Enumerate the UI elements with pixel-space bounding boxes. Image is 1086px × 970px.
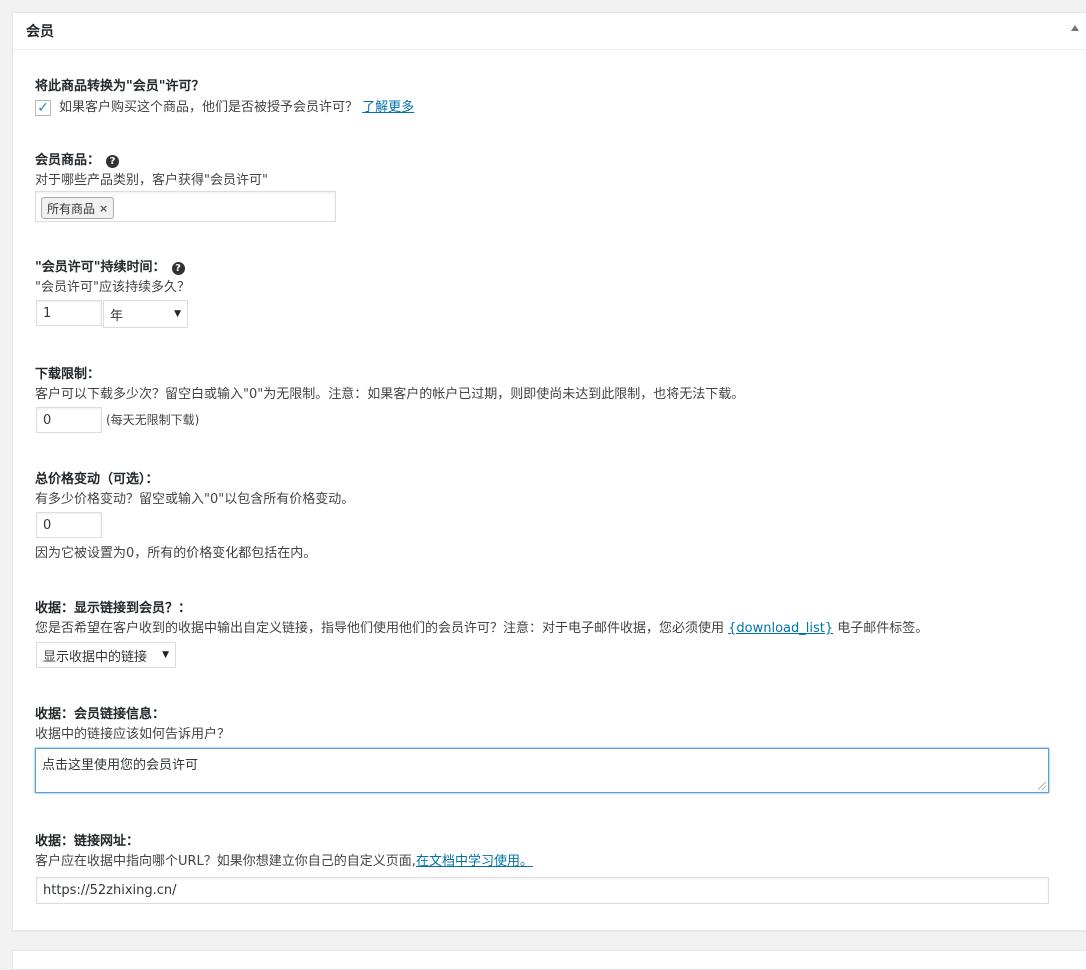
- download-limit-field: 下载限制： 客户可以下载多少次？留空白或输入"0"为无限制。注意：如果客户的帐户…: [35, 366, 1086, 404]
- remove-token-icon[interactable]: ×: [99, 202, 108, 215]
- download-limit-label: 下载限制：: [35, 367, 101, 382]
- duration-label: "会员许可"持续时间：: [35, 260, 166, 275]
- receipt-show-desc: 您是否希望在客户收到的收据中输出自定义链接，指导他们使用他们的会员许可？注意：对…: [35, 621, 729, 636]
- convert-checkbox-label: 如果客户购买这个商品，他们是否被授予会员许可？: [59, 100, 359, 115]
- price-changes-note: 因为它被设置为0，所有的价格变化都包括在内。: [35, 546, 317, 561]
- metabox-header[interactable]: 会员: [13, 13, 1086, 50]
- duration-unit-value: 年: [110, 308, 124, 324]
- receipt-url-field: 收据：链接网址： 客户应在收据中指向哪个URL？如果你想建立你自己的自定义页面,…: [35, 833, 1035, 871]
- next-metabox: [12, 950, 1086, 970]
- product-token: 所有商品 ×: [41, 197, 115, 219]
- convert-label: 将此商品转换为"会员"许可？: [35, 79, 205, 94]
- resize-grip-icon[interactable]: [1038, 782, 1046, 790]
- receipt-show-field: 收据：显示链接到会员？： 您是否希望在客户收到的收据中输出自定义链接，指导他们使…: [35, 600, 1086, 638]
- convert-field: 将此商品转换为"会员"许可？ ✓ 如果客户购买这个商品，他们是否被授予会员许可？…: [35, 78, 1035, 118]
- checkmark-icon: ✓: [37, 100, 49, 116]
- question-icon[interactable]: ?: [171, 261, 185, 275]
- dropdown-arrow-icon: ▼: [162, 650, 169, 660]
- receipt-show-value: 显示收据中的链接: [43, 649, 148, 665]
- metabox-title: 会员: [26, 24, 54, 40]
- member-products-desc: 对于哪些产品类别，客户获得"会员许可": [35, 173, 268, 188]
- membership-metabox: 会员 将此商品转换为"会员"许可？ ✓ 如果客户购买这个商品，他们是否被授予会员…: [12, 12, 1086, 931]
- receipt-url-label: 收据：链接网址：: [35, 834, 140, 849]
- download-limit-note: (每天无限制下载): [106, 413, 200, 427]
- member-products-label: 会员商品：: [35, 153, 101, 168]
- collapse-arrow-icon[interactable]: [1071, 25, 1079, 31]
- member-products-field: 会员商品： ? 对于哪些产品类别，客户获得"会员许可": [35, 152, 1035, 190]
- download-limit-desc: 客户可以下载多少次？留空白或输入"0"为无限制。注意：如果客户的帐户已过期，则即…: [35, 387, 745, 402]
- receipt-info-field: 收据：会员链接信息： 收据中的链接应该如何告诉用户？: [35, 706, 1035, 744]
- duration-value-input[interactable]: 1: [36, 300, 102, 326]
- question-icon[interactable]: ?: [106, 154, 120, 168]
- receipt-info-value: 点击这里使用您的会员许可: [42, 758, 199, 773]
- receipt-info-label: 收据：会员链接信息：: [35, 707, 166, 722]
- price-changes-label: 总价格变动（可选）：: [35, 472, 159, 487]
- price-changes-field: 总价格变动（可选）： 有多少价格变动？留空或输入"0"以包含所有价格变动。: [35, 471, 1035, 509]
- product-token-label: 所有商品: [47, 201, 96, 216]
- dropdown-arrow-icon: ▼: [174, 309, 181, 319]
- docs-link[interactable]: 在文档中学习使用。: [416, 854, 533, 869]
- download-limit-input[interactable]: 0: [36, 407, 102, 433]
- receipt-url-input[interactable]: https://52zhixing.cn/: [36, 877, 1049, 904]
- duration-desc: "会员许可"应该持续多久？: [35, 280, 190, 295]
- receipt-show-select[interactable]: 显示收据中的链接 ▼: [36, 642, 176, 668]
- receipt-info-textarea[interactable]: 点击这里使用您的会员许可: [35, 748, 1049, 793]
- learn-more-link[interactable]: 了解更多: [362, 100, 414, 115]
- duration-unit-select[interactable]: 年 ▼: [103, 300, 188, 328]
- price-changes-desc: 有多少价格变动？留空或输入"0"以包含所有价格变动。: [35, 492, 355, 507]
- member-products-select[interactable]: 所有商品 ×: [35, 191, 336, 222]
- receipt-info-desc: 收据中的链接应该如何告诉用户？: [35, 727, 231, 742]
- receipt-url-desc: 客户应在收据中指向哪个URL？如果你想建立你自己的自定义页面,: [35, 854, 416, 869]
- convert-checkbox[interactable]: ✓: [35, 100, 51, 116]
- price-changes-input[interactable]: 0: [36, 512, 102, 538]
- duration-field: "会员许可"持续时间： ? "会员许可"应该持续多久？: [35, 259, 1035, 297]
- receipt-show-label: 收据：显示链接到会员？：: [35, 601, 192, 616]
- download-list-link[interactable]: {download_list}: [728, 621, 833, 636]
- receipt-show-desc-end: 电子邮件标签。: [833, 621, 929, 636]
